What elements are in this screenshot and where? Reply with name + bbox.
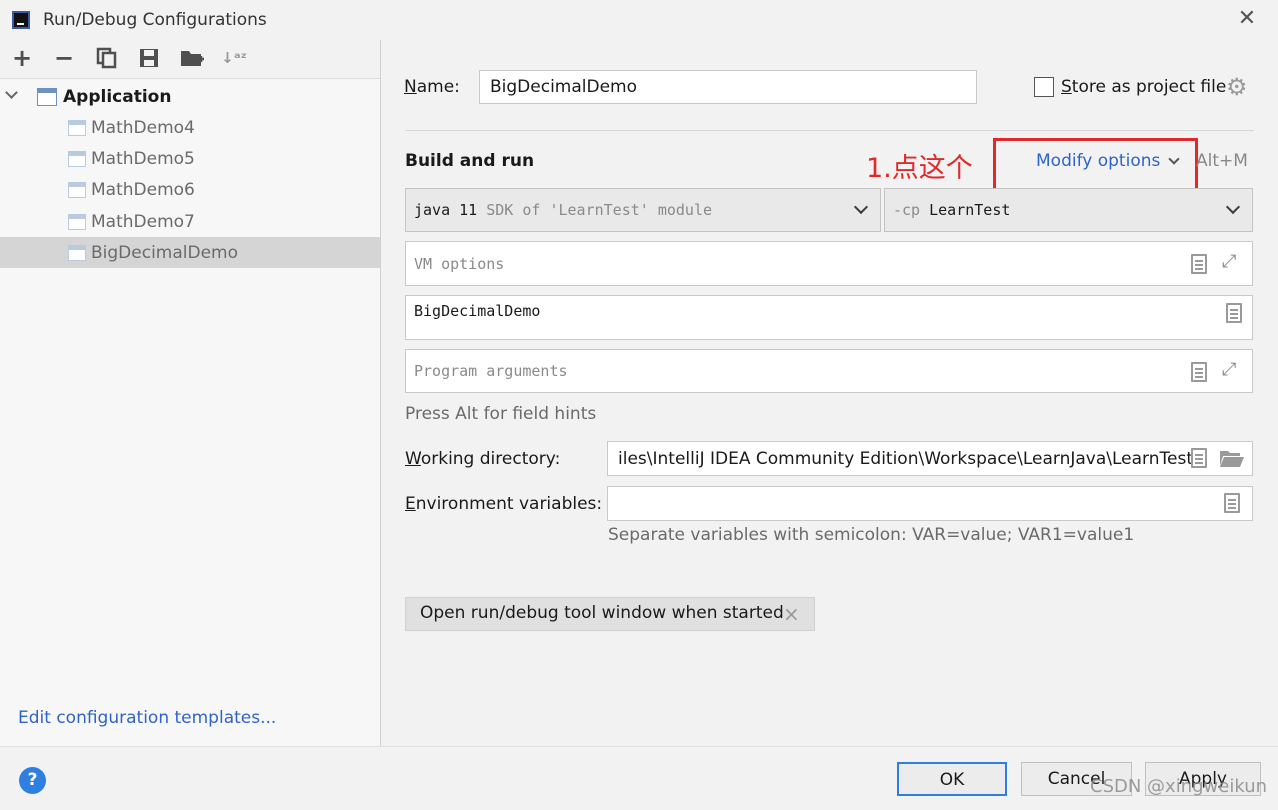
jdk-value: java 11 SDK of 'LearnTest' module bbox=[414, 201, 712, 219]
expand-icon[interactable]: ⤢ bbox=[1222, 252, 1236, 272]
close-icon[interactable]: ✕ bbox=[1232, 6, 1262, 34]
chevron-down-icon[interactable] bbox=[5, 86, 18, 99]
class-icon bbox=[68, 151, 86, 167]
environment-variables-input[interactable] bbox=[607, 486, 1253, 521]
vm-options-input[interactable]: VM options ⤢ bbox=[405, 241, 1253, 286]
class-icon bbox=[68, 120, 86, 136]
tree-group-label: Application bbox=[63, 87, 172, 107]
remove-tag-icon[interactable]: × bbox=[783, 602, 800, 626]
name-input[interactable]: BigDecimalDemo bbox=[479, 70, 977, 104]
window-title: Run/Debug Configurations bbox=[43, 10, 267, 30]
class-icon bbox=[68, 245, 86, 261]
tree-item-label: MathDemo5 bbox=[91, 149, 195, 169]
class-icon bbox=[68, 214, 86, 230]
chevron-down-icon[interactable] bbox=[1225, 199, 1241, 215]
working-directory-label: Working directory: bbox=[405, 449, 561, 469]
store-as-project-label: Store as project file bbox=[1061, 77, 1227, 97]
main-class-value: BigDecimalDemo bbox=[414, 302, 541, 320]
program-arguments-placeholder: Program arguments bbox=[414, 362, 568, 380]
tree-item-label: MathDemo7 bbox=[91, 212, 195, 232]
remove-icon[interactable]: − bbox=[50, 42, 78, 74]
sort-icon[interactable]: ↓ᵃᶻ bbox=[220, 42, 248, 74]
folder-add-icon[interactable] bbox=[178, 42, 206, 74]
document-icon[interactable] bbox=[1191, 448, 1207, 468]
panel-divider[interactable] bbox=[380, 40, 381, 746]
tree-item[interactable]: MathDemo5 bbox=[0, 143, 380, 174]
name-value: BigDecimalDemo bbox=[490, 77, 638, 97]
save-icon[interactable] bbox=[135, 42, 163, 74]
gear-icon[interactable]: ⚙ bbox=[1226, 73, 1248, 101]
environment-variables-hint: Separate variables with semicolon: VAR=v… bbox=[608, 525, 1135, 545]
option-tag[interactable]: Open run/debug tool window when started … bbox=[405, 597, 815, 631]
tree-item[interactable]: MathDemo6 bbox=[0, 174, 380, 205]
tree-item-label: BigDecimalDemo bbox=[91, 243, 239, 263]
document-icon[interactable] bbox=[1191, 254, 1207, 274]
add-icon[interactable]: + bbox=[8, 42, 36, 74]
configurations-tree: Application MathDemo4 MathDemo5 MathDemo… bbox=[0, 78, 380, 746]
cp-prefix: -cp bbox=[893, 201, 921, 219]
edit-templates-link[interactable]: Edit configuration templates... bbox=[18, 708, 276, 728]
store-as-project-checkbox[interactable] bbox=[1034, 77, 1054, 97]
help-icon[interactable]: ? bbox=[19, 767, 46, 794]
modify-options-link[interactable]: Modify options bbox=[1036, 151, 1160, 171]
copy-icon[interactable] bbox=[93, 42, 121, 74]
field-hint: Press Alt for field hints bbox=[405, 404, 597, 424]
application-icon bbox=[37, 88, 57, 106]
annotation-text: 1.点这个 bbox=[866, 153, 973, 184]
cp-module: LearnTest bbox=[929, 201, 1011, 219]
jdk-main: java 11 bbox=[414, 201, 478, 219]
ok-button[interactable]: OK bbox=[897, 762, 1007, 796]
jdk-detail: SDK of 'LearnTest' module bbox=[486, 201, 713, 219]
watermark: CSDN @xingweikun bbox=[1090, 776, 1268, 797]
working-directory-value: iles\IntelliJ IDEA Community Edition\Wor… bbox=[618, 448, 1193, 469]
tree-item-label: MathDemo4 bbox=[91, 118, 195, 138]
folder-open-icon[interactable] bbox=[1219, 448, 1245, 473]
section-title: Build and run bbox=[405, 151, 535, 171]
class-icon bbox=[68, 182, 86, 198]
tree-item[interactable]: MathDemo7 bbox=[0, 206, 380, 237]
modify-options-shortcut: Alt+M bbox=[1196, 151, 1248, 171]
tree-item-selected[interactable]: BigDecimalDemo bbox=[0, 237, 380, 268]
expand-icon[interactable]: ⤢ bbox=[1222, 360, 1236, 380]
tree-item[interactable]: MathDemo4 bbox=[0, 112, 380, 143]
program-arguments-input[interactable]: Program arguments ⤢ bbox=[405, 349, 1253, 393]
vm-options-placeholder: VM options bbox=[414, 254, 505, 273]
working-directory-input[interactable]: iles\IntelliJ IDEA Community Edition\Wor… bbox=[607, 441, 1253, 476]
environment-variables-label: Environment variables: bbox=[405, 494, 603, 514]
config-toolbar: + − ↓ᵃᶻ bbox=[0, 42, 380, 76]
intellij-logo-icon bbox=[12, 11, 30, 29]
document-icon[interactable] bbox=[1224, 493, 1240, 513]
jdk-select[interactable]: java 11 SDK of 'LearnTest' module bbox=[405, 188, 881, 232]
tree-group-application[interactable]: Application bbox=[0, 81, 380, 112]
chevron-down-icon[interactable] bbox=[853, 199, 869, 215]
document-icon[interactable] bbox=[1226, 303, 1242, 323]
tree-item-label: MathDemo6 bbox=[91, 180, 195, 200]
classpath-select[interactable]: -cp LearnTest bbox=[884, 188, 1253, 232]
classpath-value: -cp LearnTest bbox=[893, 201, 1010, 219]
main-class-input[interactable]: BigDecimalDemo bbox=[405, 295, 1253, 340]
document-icon[interactable] bbox=[1191, 362, 1207, 382]
name-label: Name: bbox=[404, 77, 460, 97]
option-tag-label: Open run/debug tool window when started bbox=[420, 603, 784, 623]
separator bbox=[405, 130, 1254, 131]
